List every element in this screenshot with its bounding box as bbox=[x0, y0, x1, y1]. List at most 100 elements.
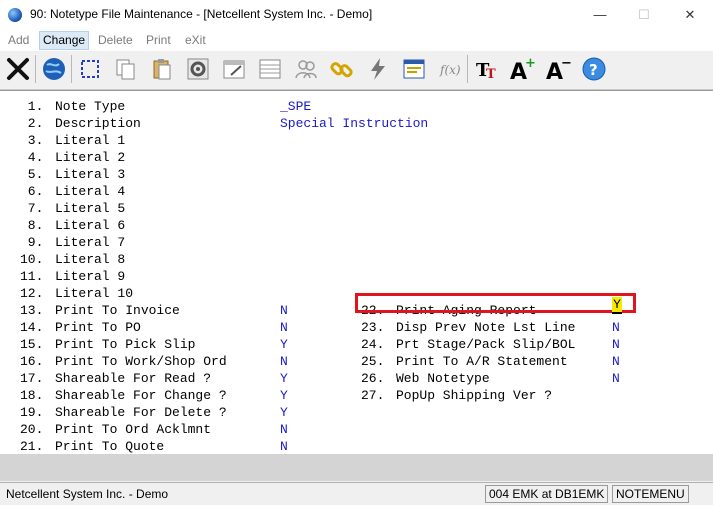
field-label: Print To PO bbox=[55, 320, 141, 335]
menu-exit[interactable]: eXit bbox=[182, 32, 209, 49]
minimize-button[interactable]: — bbox=[577, 0, 623, 30]
field-label: Description bbox=[55, 116, 141, 131]
table-icon[interactable] bbox=[255, 54, 285, 84]
app-globe-icon bbox=[8, 8, 22, 22]
users-icon[interactable] bbox=[291, 54, 321, 84]
font-decrease-mark: − bbox=[561, 56, 571, 71]
field-value[interactable]: N bbox=[612, 353, 620, 370]
field-value[interactable]: N bbox=[280, 438, 288, 455]
field-number: 8. bbox=[20, 218, 44, 233]
field-value[interactable]: N bbox=[280, 421, 288, 438]
close-button[interactable]: ✕ bbox=[667, 0, 713, 30]
font-decrease-icon[interactable]: A − bbox=[543, 54, 573, 84]
field-value[interactable]: Y bbox=[280, 387, 288, 404]
field-number: 4. bbox=[20, 150, 44, 165]
field-value[interactable]: N bbox=[280, 302, 288, 319]
field-number: 5. bbox=[20, 167, 44, 182]
help-icon[interactable]: ? bbox=[579, 54, 609, 84]
status-company: Netcellent System Inc. - Demo bbox=[6, 487, 169, 501]
toolbar-separator bbox=[35, 55, 36, 83]
field-value[interactable]: Special Instruction bbox=[280, 115, 428, 132]
field-value[interactable]: N bbox=[280, 319, 288, 336]
field-label: Literal 10 bbox=[55, 286, 134, 301]
field-label: Disp Prev Note Lst Line bbox=[396, 320, 576, 335]
field-label: Print To Invoice bbox=[55, 303, 180, 318]
field-value[interactable]: Y bbox=[280, 370, 288, 387]
field-row: 25. Print To A/R Statement bbox=[361, 353, 568, 370]
field-label: Literal 4 bbox=[55, 184, 126, 199]
field-number: 25. bbox=[361, 354, 385, 369]
field-number: 18. bbox=[20, 388, 44, 403]
script-icon[interactable]: f(x) bbox=[435, 54, 465, 84]
lightning-icon[interactable] bbox=[363, 54, 393, 84]
field-row: 1. Note Type bbox=[20, 98, 125, 115]
field-label: Print To Work/Shop Ord bbox=[55, 354, 227, 369]
menu-change[interactable]: Change bbox=[39, 31, 90, 50]
toolbar-separator bbox=[71, 55, 72, 83]
field-row: 26. Web Notetype bbox=[361, 370, 490, 387]
field-row: 27. PopUp Shipping Ver ? bbox=[361, 387, 552, 404]
field-row: 4. Literal 2 bbox=[20, 149, 125, 166]
field-label: Shareable For Read ? bbox=[55, 371, 212, 386]
field-row: 18. Shareable For Change ? bbox=[20, 387, 227, 404]
field-value[interactable]: _SPE bbox=[280, 98, 311, 115]
paste-icon[interactable] bbox=[147, 54, 177, 84]
menu-print[interactable]: Print bbox=[143, 32, 174, 49]
field-label: Shareable For Change ? bbox=[55, 388, 227, 403]
field-number: 7. bbox=[20, 201, 44, 216]
copy-icon[interactable] bbox=[111, 54, 141, 84]
field-value[interactable]: N bbox=[612, 336, 620, 353]
form-area: 1. Note Type _SPE 2. Description Special Ins… bbox=[0, 90, 713, 455]
field-row: 5. Literal 3 bbox=[20, 166, 125, 183]
field-row: 17. Shareable For Read ? bbox=[20, 370, 211, 387]
globe-icon[interactable] bbox=[39, 54, 69, 84]
field-number: 1. bbox=[20, 99, 44, 114]
field-row: 16. Print To Work/Shop Ord bbox=[20, 353, 227, 370]
status-menu-name: NOTEMENU bbox=[612, 485, 689, 503]
field-value[interactable]: N bbox=[612, 370, 620, 387]
settings-icon[interactable] bbox=[183, 54, 213, 84]
field-number: 24. bbox=[361, 337, 385, 352]
field-value[interactable]: N bbox=[612, 319, 620, 336]
field-row: 21. Print To Quote bbox=[20, 438, 164, 455]
field-label: Print To Ord Acklmnt bbox=[55, 422, 212, 437]
edit-window-icon[interactable] bbox=[219, 54, 249, 84]
field-label: Print To Quote bbox=[55, 439, 165, 454]
toolbar: f(x) TT A + A − ? bbox=[0, 51, 713, 90]
field-value[interactable]: Y bbox=[280, 336, 288, 353]
field-row: 14. Print To PO bbox=[20, 319, 141, 336]
link-icon[interactable] bbox=[327, 54, 357, 84]
field-number: 6. bbox=[20, 184, 44, 199]
field-label: Print To Pick Slip bbox=[55, 337, 196, 352]
field-label: Prt Stage/Pack Slip/BOL bbox=[396, 337, 576, 352]
script-icon-text: f(x) bbox=[439, 63, 461, 77]
popup-shipping-input[interactable]: Y bbox=[612, 297, 622, 314]
field-value[interactable]: Y bbox=[280, 404, 288, 421]
select-icon[interactable] bbox=[75, 54, 105, 84]
status-bar: Netcellent System Inc. - Demo 004 EMK at… bbox=[0, 482, 713, 505]
field-row: 2. Description bbox=[20, 115, 141, 132]
field-number: 19. bbox=[20, 405, 44, 420]
highlight-box bbox=[355, 293, 636, 313]
field-number: 14. bbox=[20, 320, 44, 335]
field-label: PopUp Shipping Ver ? bbox=[396, 388, 553, 403]
field-number: 16. bbox=[20, 354, 44, 369]
font-increase-icon[interactable]: A + bbox=[507, 54, 537, 84]
field-label: Shareable For Delete ? bbox=[55, 405, 227, 420]
field-value[interactable]: N bbox=[280, 353, 288, 370]
status-session: 004 EMK at DB1EMK bbox=[485, 485, 609, 503]
field-row: 7. Literal 5 bbox=[20, 200, 125, 217]
field-label: Literal 9 bbox=[55, 269, 126, 284]
form-icon[interactable] bbox=[399, 54, 429, 84]
menu-add[interactable]: Add bbox=[5, 32, 32, 49]
field-number: 17. bbox=[20, 371, 44, 386]
field-label: Print To A/R Statement bbox=[396, 354, 568, 369]
field-number: 11. bbox=[20, 269, 44, 284]
field-row: 10. Literal 8 bbox=[20, 251, 125, 268]
field-row: 19. Shareable For Delete ? bbox=[20, 404, 227, 421]
menu-delete[interactable]: Delete bbox=[95, 32, 136, 49]
exit-icon[interactable] bbox=[3, 54, 33, 84]
field-row: 8. Literal 6 bbox=[20, 217, 125, 234]
maximize-button[interactable]: ☐ bbox=[621, 0, 667, 30]
font-type-icon[interactable]: TT bbox=[471, 54, 501, 84]
